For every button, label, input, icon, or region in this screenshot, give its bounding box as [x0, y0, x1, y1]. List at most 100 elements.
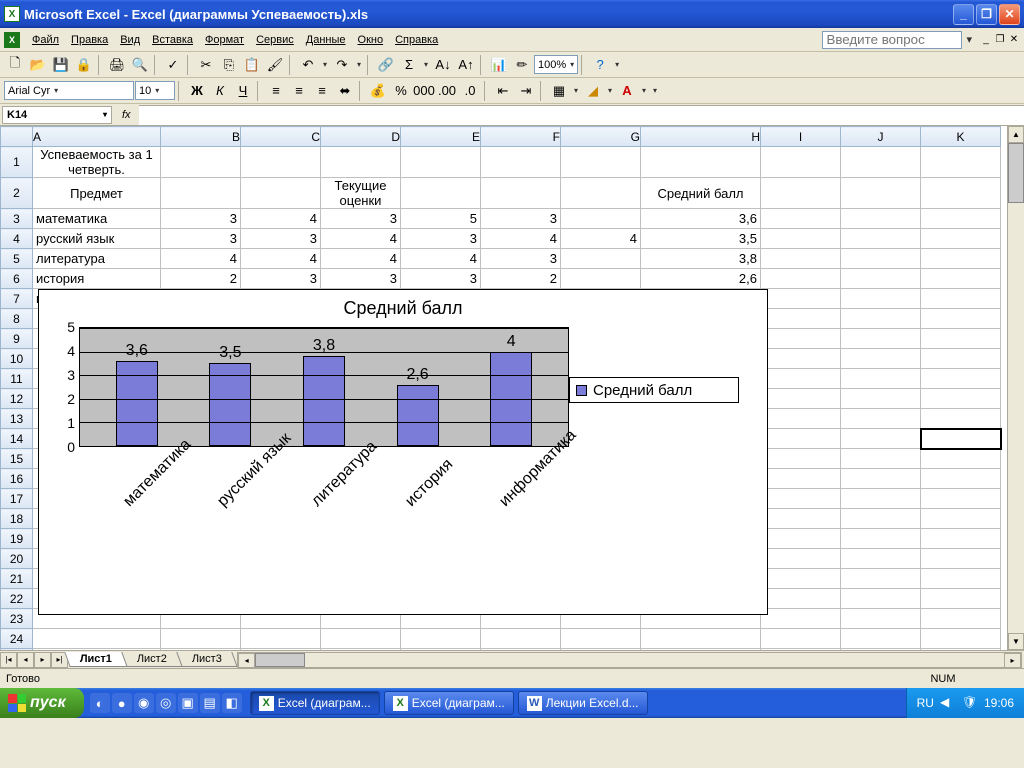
cell-B2[interactable] — [161, 178, 241, 209]
redo-dropdown-icon[interactable]: ▾ — [354, 60, 364, 69]
row-header-2[interactable]: 2 — [1, 178, 33, 209]
hscroll-thumb[interactable] — [255, 653, 305, 667]
autosum-dropdown-icon[interactable]: ▾ — [421, 60, 431, 69]
cell-F4[interactable]: 4 — [481, 229, 561, 249]
cell-J13[interactable] — [841, 409, 921, 429]
menu-insert[interactable]: Вставка — [146, 31, 199, 49]
spelling-icon[interactable]: ✓ — [162, 54, 184, 76]
cell-G6[interactable] — [561, 269, 641, 289]
cell-J3[interactable] — [841, 209, 921, 229]
minimize-button[interactable]: _ — [953, 4, 974, 25]
cell-J19[interactable] — [841, 529, 921, 549]
cell-G2[interactable] — [561, 178, 641, 209]
tab-nav-next-icon[interactable]: ▸ — [34, 652, 51, 668]
cell-I21[interactable] — [761, 569, 841, 589]
cell-A1[interactable]: Успеваемость за 1 четверть. — [33, 147, 161, 178]
cell-K17[interactable] — [921, 489, 1001, 509]
menu-format[interactable]: Формат — [199, 31, 250, 49]
cell-C6[interactable]: 3 — [241, 269, 321, 289]
cell-I5[interactable] — [761, 249, 841, 269]
cell-B25[interactable] — [161, 649, 241, 651]
menu-help[interactable]: Справка — [389, 31, 444, 49]
save-icon[interactable]: 💾 — [50, 54, 72, 76]
cell-D24[interactable] — [321, 629, 401, 649]
cell-F2[interactable] — [481, 178, 561, 209]
menu-data[interactable]: Данные — [300, 31, 352, 49]
cell-J8[interactable] — [841, 309, 921, 329]
cell-C1[interactable] — [241, 147, 321, 178]
hyperlink-icon[interactable]: 🔗 — [375, 54, 397, 76]
row-header-8[interactable]: 8 — [1, 309, 33, 329]
cell-E1[interactable] — [401, 147, 481, 178]
zoom-combo[interactable]: 100%▾ — [534, 55, 578, 74]
cell-J9[interactable] — [841, 329, 921, 349]
open-icon[interactable]: 📂 — [27, 54, 49, 76]
paste-icon[interactable]: 📋 — [241, 54, 263, 76]
ask-question-input[interactable] — [822, 31, 962, 49]
row-header-7[interactable]: 7 — [1, 289, 33, 309]
cell-F5[interactable]: 3 — [481, 249, 561, 269]
col-header-C[interactable]: C — [241, 127, 321, 147]
cell-J7[interactable] — [841, 289, 921, 309]
cell-F24[interactable] — [481, 629, 561, 649]
worksheet-grid[interactable]: ABCDEFGHIJK1Успеваемость за 1 четверть.2… — [0, 126, 1024, 650]
row-header-14[interactable]: 14 — [1, 429, 33, 449]
ql-icon-4[interactable]: ◎ — [156, 693, 176, 713]
cell-I2[interactable] — [761, 178, 841, 209]
cell-B1[interactable] — [161, 147, 241, 178]
toolbar-options-icon[interactable]: ▾ — [612, 60, 622, 69]
col-header-B[interactable]: B — [161, 127, 241, 147]
font-color-dropdown-icon[interactable]: ▾ — [639, 86, 649, 95]
cell-K4[interactable] — [921, 229, 1001, 249]
cell-F3[interactable]: 3 — [481, 209, 561, 229]
menu-window[interactable]: Окно — [352, 31, 390, 49]
doc-restore-button[interactable]: ❐ — [994, 34, 1006, 46]
row-header-20[interactable]: 20 — [1, 549, 33, 569]
cell-K20[interactable] — [921, 549, 1001, 569]
permission-icon[interactable]: 🔒 — [73, 54, 95, 76]
row-header-1[interactable]: 1 — [1, 147, 33, 178]
row-header-23[interactable]: 23 — [1, 609, 33, 629]
cell-K11[interactable] — [921, 369, 1001, 389]
maximize-button[interactable]: ❐ — [976, 4, 997, 25]
cell-K8[interactable] — [921, 309, 1001, 329]
row-header-11[interactable]: 11 — [1, 369, 33, 389]
name-box[interactable]: K14▾ — [2, 106, 112, 124]
row-header-18[interactable]: 18 — [1, 509, 33, 529]
font-combo[interactable]: Arial Cyr▾ — [4, 81, 134, 100]
col-header-F[interactable]: F — [481, 127, 561, 147]
menu-file[interactable]: Файл — [26, 31, 65, 49]
scroll-up-icon[interactable]: ▲ — [1008, 126, 1024, 143]
ql-icon-7[interactable]: ◧ — [222, 693, 242, 713]
cell-A24[interactable] — [33, 629, 161, 649]
cell-D1[interactable] — [321, 147, 401, 178]
cell-I14[interactable] — [761, 429, 841, 449]
cell-H3[interactable]: 3,6 — [641, 209, 761, 229]
cell-G5[interactable] — [561, 249, 641, 269]
col-header-J[interactable]: J — [841, 127, 921, 147]
fill-color-icon[interactable]: ◢ — [582, 80, 604, 102]
cell-K16[interactable] — [921, 469, 1001, 489]
tray-lang[interactable]: RU — [917, 696, 934, 710]
row-header-25[interactable]: 25 — [1, 649, 33, 651]
decrease-indent-icon[interactable]: ⇤ — [492, 80, 514, 102]
taskbar-button-3[interactable]: WЛекции Excel.d... — [518, 691, 648, 715]
cell-I24[interactable] — [761, 629, 841, 649]
cell-B5[interactable]: 4 — [161, 249, 241, 269]
cell-G25[interactable] — [561, 649, 641, 651]
col-header-A[interactable]: A — [33, 127, 161, 147]
vscroll-thumb[interactable] — [1008, 143, 1024, 203]
cell-C4[interactable]: 3 — [241, 229, 321, 249]
cell-K3[interactable] — [921, 209, 1001, 229]
bold-icon[interactable]: Ж — [186, 80, 208, 102]
cell-J5[interactable] — [841, 249, 921, 269]
cell-C24[interactable] — [241, 629, 321, 649]
cell-J15[interactable] — [841, 449, 921, 469]
row-header-13[interactable]: 13 — [1, 409, 33, 429]
cell-J4[interactable] — [841, 229, 921, 249]
cell-I22[interactable] — [761, 589, 841, 609]
cell-J21[interactable] — [841, 569, 921, 589]
ql-icon-1[interactable]: ◐ — [90, 693, 110, 713]
cell-E3[interactable]: 5 — [401, 209, 481, 229]
print-preview-icon[interactable]: 🔍 — [129, 54, 151, 76]
